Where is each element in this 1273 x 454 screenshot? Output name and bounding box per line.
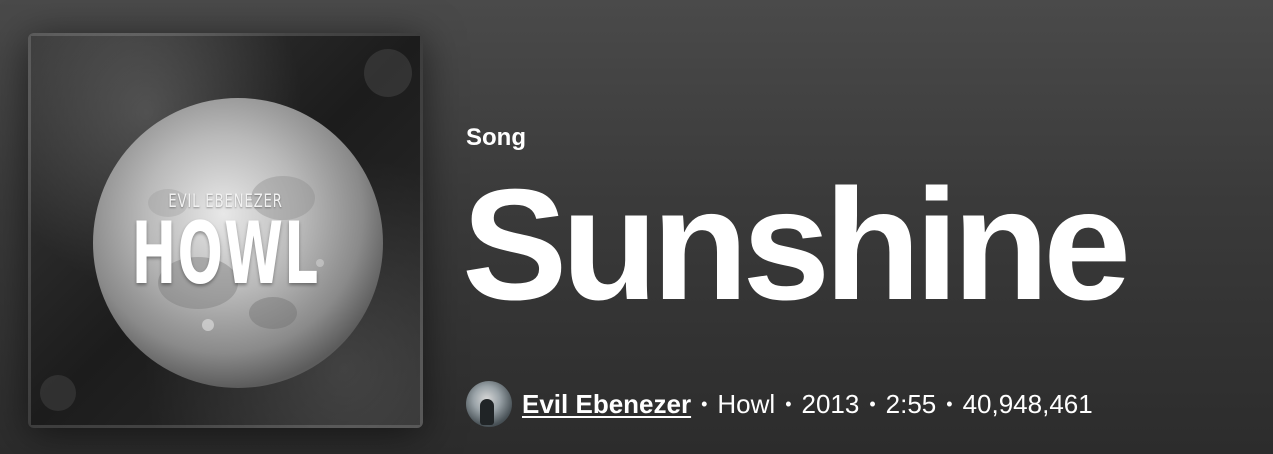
cover-title-text: HOWL xyxy=(131,204,320,304)
avatar-figure xyxy=(480,399,494,425)
duration: 2:55 xyxy=(885,388,937,419)
separator-dot: • xyxy=(701,393,708,414)
play-count: 40,948,461 xyxy=(962,388,1093,419)
separator-dot: • xyxy=(869,393,876,414)
song-meta: Evil Ebenezer • Howl • 2013 • 2:55 • 40,… xyxy=(466,380,1093,428)
artist-avatar-icon[interactable] xyxy=(466,381,512,427)
type-label: Song xyxy=(466,124,526,151)
separator-dot: • xyxy=(785,393,792,414)
song-title: Sunshine xyxy=(462,157,1131,333)
release-year: 2013 xyxy=(801,388,860,419)
artist-link[interactable]: Evil Ebenezer xyxy=(522,389,691,420)
album-cover: EVIL EBENEZER HOWL xyxy=(28,33,423,428)
separator-dot: • xyxy=(946,393,953,414)
album-name: Howl xyxy=(717,388,776,419)
